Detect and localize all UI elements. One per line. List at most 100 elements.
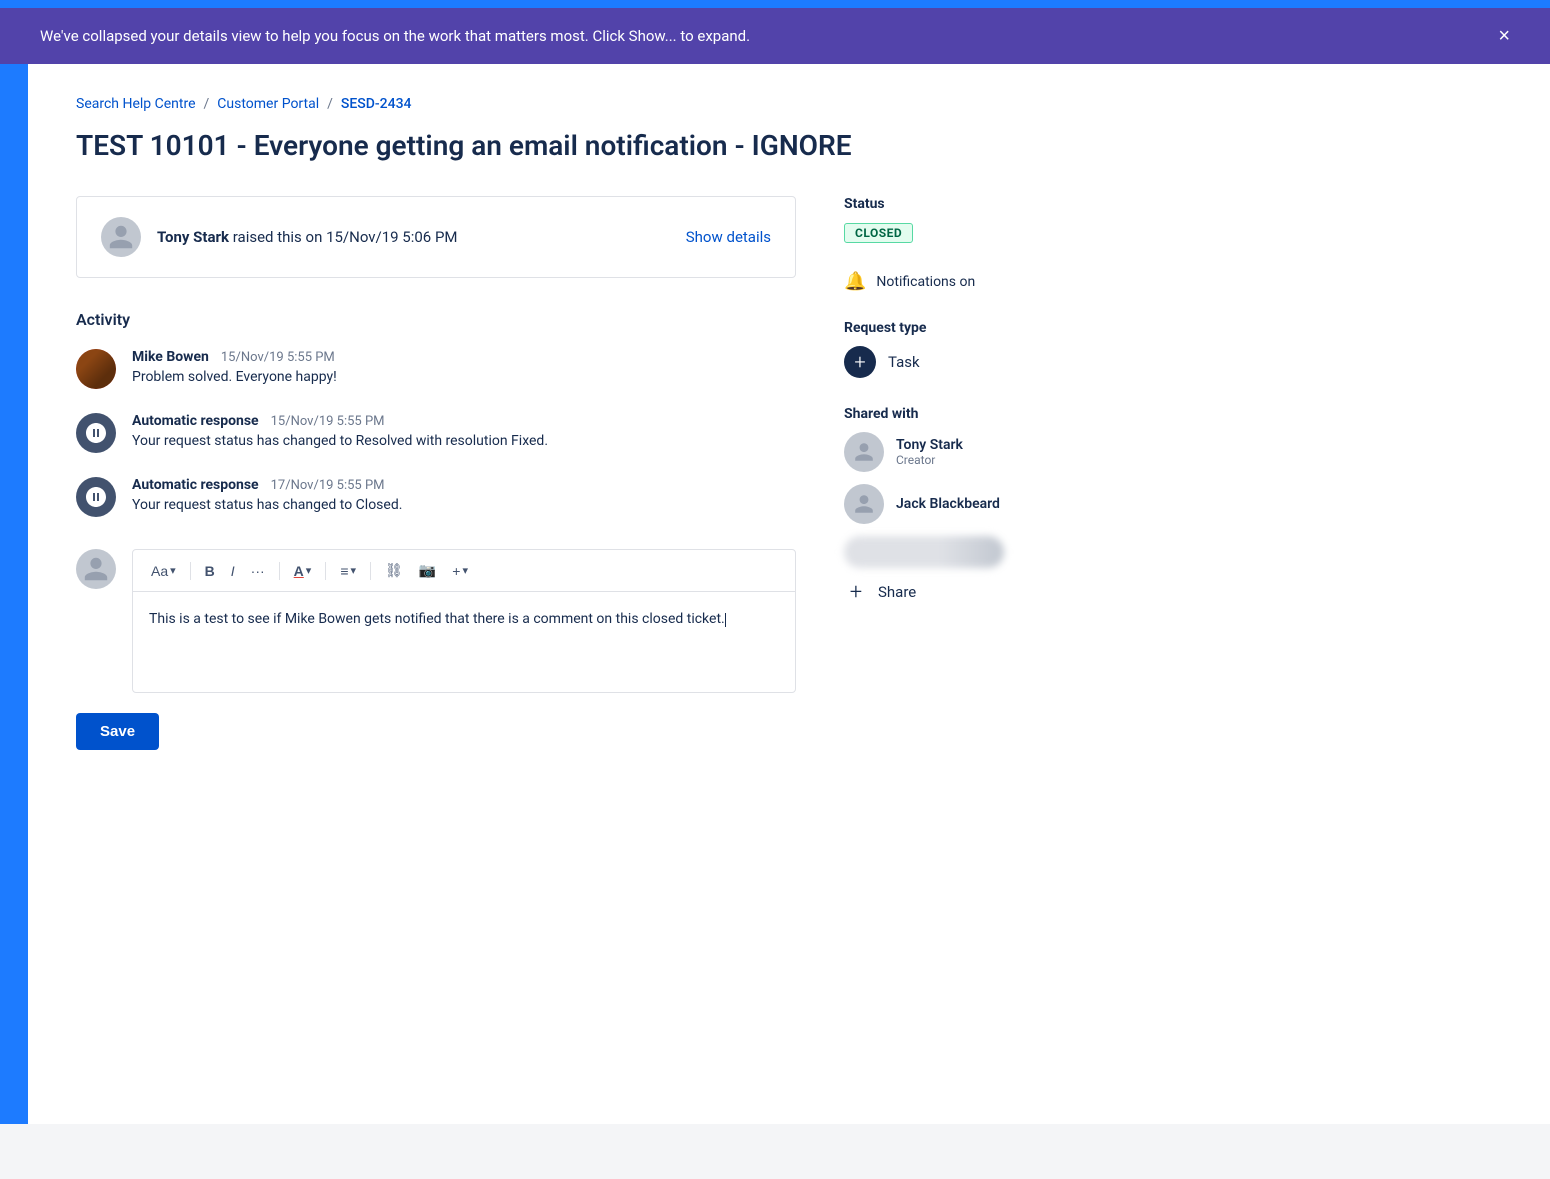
activity-time: 15/Nov/19 5:55 PM (221, 350, 335, 365)
text-color-button[interactable]: A ▾ (288, 559, 318, 583)
main-wrapper: Search Help Centre / Customer Portal / S… (0, 64, 1550, 1124)
breadcrumb: Search Help Centre / Customer Portal / S… (76, 96, 1502, 112)
activity-name: Automatic response (132, 477, 259, 493)
link-button[interactable]: ⛓ (379, 558, 409, 583)
activity-item: Automatic response 15/Nov/19 5:55 PM You… (76, 413, 796, 453)
info-banner: We've collapsed your details view to hel… (0, 8, 1550, 64)
activity-body: Automatic response 17/Nov/19 5:55 PM You… (132, 477, 402, 517)
raiser-name: Tony Stark (157, 228, 229, 246)
banner-close-button[interactable]: × (1498, 26, 1510, 46)
two-col-layout: Tony Stark raised this on 15/Nov/19 5:06… (76, 196, 1502, 750)
activity-time: 17/Nov/19 5:55 PM (271, 478, 385, 493)
notifications-label: Notifications on (876, 274, 975, 290)
toolbar-separator-2 (279, 562, 280, 580)
raised-description: raised this on 15/Nov/19 5:06 PM (233, 228, 458, 246)
show-details-link[interactable]: Show details (686, 228, 771, 246)
breadcrumb-sep-2: / (327, 96, 333, 112)
blurred-shared-user (844, 536, 1004, 568)
toolbar-separator (190, 562, 191, 580)
text-style-label: Aa (151, 563, 168, 579)
italic-button[interactable]: I (225, 559, 241, 583)
request-type-section: Request type + Task (844, 320, 1084, 378)
request-type-row: + Task (844, 346, 1084, 378)
editor-body[interactable]: This is a test to see if Mike Bowen gets… (133, 592, 795, 692)
raised-by-card: Tony Stark raised this on 15/Nov/19 5:06… (76, 196, 796, 278)
activity-name: Automatic response (132, 413, 259, 429)
list-button[interactable]: ≡ ▾ (334, 559, 362, 583)
text-style-button[interactable]: Aa ▾ (145, 559, 182, 583)
jack-blackbeard-avatar (844, 484, 884, 524)
more2-chevron: ▾ (462, 564, 468, 577)
activity-message: Problem solved. Everyone happy! (132, 369, 337, 385)
auto-response-avatar (76, 413, 116, 453)
tony-stark-info: Tony Stark Creator (896, 437, 963, 467)
breadcrumb-sep-1: / (204, 96, 210, 112)
more2-label: + (452, 563, 460, 579)
breadcrumb-ticket-id[interactable]: SESD-2434 (341, 96, 412, 112)
status-section: Status CLOSED (844, 196, 1084, 243)
main-column: Tony Stark raised this on 15/Nov/19 5:06… (76, 196, 796, 750)
activity-body: Mike Bowen 15/Nov/19 5:55 PM Problem sol… (132, 349, 337, 389)
auto-response-avatar-2 (76, 477, 116, 517)
activity-header: Automatic response 15/Nov/19 5:55 PM (132, 413, 548, 429)
shared-with-label: Shared with (844, 406, 1084, 422)
more-button[interactable]: ··· (245, 559, 271, 583)
breadcrumb-search-help[interactable]: Search Help Centre (76, 96, 196, 112)
toolbar-separator-3 (325, 562, 326, 580)
comment-editor[interactable]: Aa ▾ B I ··· A ▾ (132, 549, 796, 693)
activity-name: Mike Bowen (132, 349, 209, 365)
breadcrumb-customer-portal[interactable]: Customer Portal (217, 96, 319, 112)
request-type-label: Request type (844, 320, 1084, 336)
shared-user-tony: Tony Stark Creator (844, 432, 1084, 472)
sidebar-column: Status CLOSED 🔔 Notifications on Request… (844, 196, 1084, 750)
bold-button[interactable]: B (199, 559, 221, 583)
banner-message: We've collapsed your details view to hel… (40, 27, 750, 45)
shared-user-jack: Jack Blackbeard (844, 484, 1084, 524)
toolbar-separator-4 (370, 562, 371, 580)
mike-bowen-avatar-img (76, 349, 116, 389)
current-user-avatar (76, 549, 116, 589)
list-chevron: ▾ (351, 564, 357, 577)
activity-message: Your request status has changed to Close… (132, 497, 402, 513)
activity-header: Mike Bowen 15/Nov/19 5:55 PM (132, 349, 337, 365)
share-row[interactable]: + Share (844, 580, 1084, 604)
link-icon: ⛓ (385, 562, 403, 579)
image-button[interactable]: 📷 (413, 558, 442, 583)
more2-button[interactable]: + ▾ (446, 559, 474, 583)
notifications-section: 🔔 Notifications on (844, 271, 1084, 292)
tony-stark-shared-avatar (844, 432, 884, 472)
list-icon: ≡ (340, 563, 348, 579)
save-button[interactable]: Save (76, 713, 159, 750)
text-color-label: A (294, 563, 304, 579)
page-title: TEST 10101 - Everyone getting an email n… (76, 128, 1502, 164)
activity-label: Activity (76, 310, 796, 329)
text-cursor (725, 613, 726, 627)
tony-stark-role: Creator (896, 453, 963, 467)
activity-body: Automatic response 15/Nov/19 5:55 PM You… (132, 413, 548, 453)
share-label: Share (878, 583, 916, 601)
activity-list: Mike Bowen 15/Nov/19 5:55 PM Problem sol… (76, 349, 796, 517)
activity-item: Mike Bowen 15/Nov/19 5:55 PM Problem sol… (76, 349, 796, 389)
shared-with-section: Shared with Tony Stark Creator (844, 406, 1084, 604)
jack-blackbeard-name: Jack Blackbeard (896, 496, 1000, 512)
status-label: Status (844, 196, 1084, 212)
jack-blackbeard-info: Jack Blackbeard (896, 496, 1000, 512)
request-type-value: Task (888, 353, 920, 371)
text-color-chevron: ▾ (306, 564, 312, 577)
left-accent-strip (0, 64, 28, 1124)
notifications-toggle[interactable]: 🔔 Notifications on (844, 271, 1084, 292)
bell-icon: 🔔 (844, 271, 866, 292)
raised-left: Tony Stark raised this on 15/Nov/19 5:06… (101, 217, 458, 257)
save-button-row: Save (76, 713, 796, 750)
tony-stark-avatar (101, 217, 141, 257)
activity-time: 15/Nov/19 5:55 PM (271, 414, 385, 429)
text-style-chevron: ▾ (170, 564, 176, 577)
comment-editor-row: Aa ▾ B I ··· A ▾ (76, 549, 796, 693)
plus-icon: + (844, 580, 868, 604)
activity-item: Automatic response 17/Nov/19 5:55 PM You… (76, 477, 796, 517)
mike-bowen-avatar (76, 349, 116, 389)
top-blue-bar (0, 0, 1550, 8)
activity-message: Your request status has changed to Resol… (132, 433, 548, 449)
activity-header: Automatic response 17/Nov/19 5:55 PM (132, 477, 402, 493)
image-icon: 📷 (419, 562, 436, 579)
